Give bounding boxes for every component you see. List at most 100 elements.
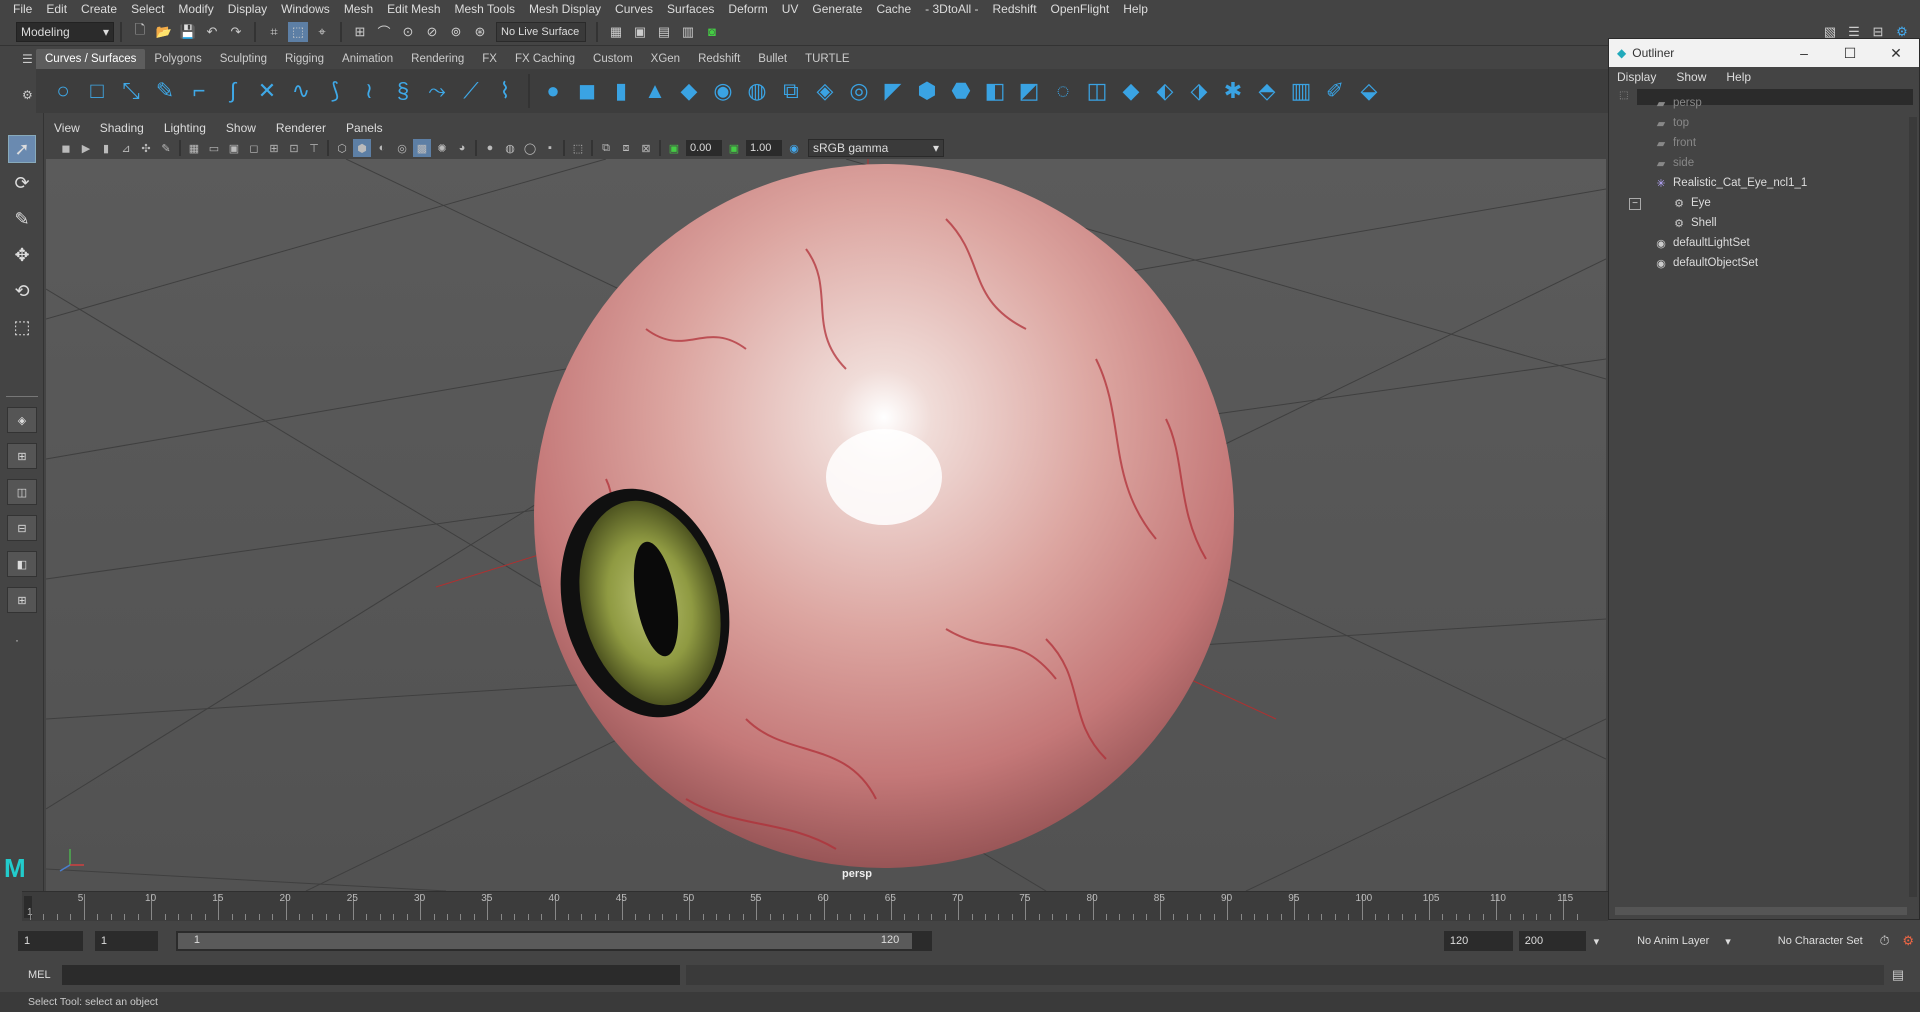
menu-uv[interactable]: UV: [775, 0, 806, 18]
menu-mesh-display[interactable]: Mesh Display: [522, 0, 608, 18]
panel-menu-lighting[interactable]: Lighting: [154, 121, 216, 135]
outliner-item[interactable]: ▰ side: [1653, 153, 1694, 173]
nurbs-circle-icon[interactable]: ○: [50, 78, 76, 104]
nurbs-plane-icon[interactable]: ◆: [676, 78, 702, 104]
exposure-field[interactable]: 0.00: [686, 140, 722, 156]
panel-menu-panels[interactable]: Panels: [336, 121, 393, 135]
render-view-icon[interactable]: ▥: [678, 22, 698, 42]
wireframe-on-shaded-icon[interactable]: ◎: [393, 139, 411, 157]
textured-icon[interactable]: ▩: [413, 139, 431, 157]
nurbs-cone-icon[interactable]: ▲: [642, 78, 668, 104]
curve-offset-icon[interactable]: §: [390, 78, 416, 104]
render-frame-icon[interactable]: ▣: [630, 22, 650, 42]
ipr-render-icon[interactable]: ▤: [654, 22, 674, 42]
menu-set-dropdown[interactable]: Modeling ▾: [16, 21, 114, 42]
playback-end-field[interactable]: 120: [1443, 931, 1513, 951]
curve-fillet-icon[interactable]: ⤳: [424, 78, 450, 104]
time-slider[interactable]: 1 5 10 15 20 25 30 35 40 45 50 55 60 65 70 75 80 85 90 95 10…: [22, 891, 1608, 921]
screen-space-ao-icon[interactable]: ●: [481, 139, 499, 157]
menu-edit[interactable]: Edit: [39, 0, 74, 18]
start-time-field[interactable]: 1: [18, 931, 83, 951]
sculpt-geometry-icon[interactable]: ✐: [1322, 78, 1348, 104]
shelf-tab-fx-caching[interactable]: FX Caching: [506, 49, 584, 69]
shelf-tab-polygons[interactable]: Polygons: [145, 49, 210, 69]
grid-icon[interactable]: ▦: [185, 139, 203, 157]
untrim-icon[interactable]: ⬖: [1152, 78, 1178, 104]
2d-pan-zoom-icon[interactable]: ✣: [137, 139, 155, 157]
shelf-tab-custom[interactable]: Custom: [584, 49, 642, 69]
color-management-icon[interactable]: ◉: [785, 139, 803, 157]
camera-attributes-icon[interactable]: ▶: [77, 139, 95, 157]
cmd-language-label[interactable]: MEL: [28, 969, 58, 981]
curve-extend-icon[interactable]: ⟋: [458, 78, 484, 104]
planar-icon[interactable]: ◈: [812, 78, 838, 104]
menu-cache[interactable]: Cache: [869, 0, 918, 18]
menu-curves[interactable]: Curves: [608, 0, 660, 18]
maximize-icon[interactable]: ☐: [1827, 45, 1873, 62]
graph-editor-layout-icon[interactable]: ⊞: [7, 587, 37, 613]
new-scene-icon[interactable]: 🗋: [130, 22, 150, 42]
hypershade-icon[interactable]: ◙: [702, 22, 722, 42]
rebuild-surface-icon[interactable]: ⬙: [1356, 78, 1382, 104]
outliner-menu-show[interactable]: Show: [1676, 70, 1716, 84]
script-editor-icon[interactable]: ▤: [1888, 965, 1908, 985]
anim-layer-dropdown[interactable]: ▾ No Anim Layer: [1594, 935, 1722, 948]
bevel-plus-icon[interactable]: ◩: [1016, 78, 1042, 104]
menu-openflight[interactable]: OpenFlight: [1044, 0, 1117, 18]
ep-curve-icon[interactable]: ✎: [152, 78, 178, 104]
undo-icon[interactable]: ↶: [202, 22, 222, 42]
film-gate-icon[interactable]: ▭: [205, 139, 223, 157]
snap-point-icon[interactable]: ⊙: [398, 22, 418, 42]
persp-viewport[interactable]: persp: [46, 159, 1606, 891]
rotate-tool-icon[interactable]: ⟲: [8, 277, 36, 305]
live-surface-field[interactable]: No Live Surface: [496, 21, 586, 42]
grease-pencil-icon[interactable]: ✎: [157, 139, 175, 157]
shelf-tab-animation[interactable]: Animation: [333, 49, 402, 69]
image-plane-icon[interactable]: ⊿: [117, 139, 135, 157]
gamma-field[interactable]: 1.00: [746, 140, 782, 156]
snap-view-icon[interactable]: ⊘: [422, 22, 442, 42]
shelf-tab-bullet[interactable]: Bullet: [749, 49, 796, 69]
outliner-hscrollbar[interactable]: [1615, 907, 1907, 915]
range-slider-handle[interactable]: [177, 933, 912, 949]
shelf-tab-rendering[interactable]: Rendering: [402, 49, 473, 69]
motion-blur-icon[interactable]: ◍: [501, 139, 519, 157]
cmd-input[interactable]: [62, 965, 680, 985]
shelf-tab-curves-surfaces[interactable]: Curves / Surfaces: [36, 49, 146, 69]
shelf-settings-icon[interactable]: ⚙: [22, 88, 33, 102]
view-transform-dropdown[interactable]: sRGB gamma ▾: [808, 139, 944, 157]
use-all-lights-icon[interactable]: ✺: [433, 139, 451, 157]
two-pane-stacked-layout-icon[interactable]: ⊟: [7, 515, 37, 541]
menu-file[interactable]: File: [6, 0, 39, 18]
xray-icon[interactable]: ⧉: [597, 139, 615, 157]
xray-joints-icon[interactable]: ⧈: [617, 139, 635, 157]
outliner-item[interactable]: ✳ Realistic_Cat_Eye_ncl1_1: [1653, 173, 1807, 193]
two-pane-side-layout-icon[interactable]: ◫: [7, 479, 37, 505]
gate-mask-icon[interactable]: ◻: [245, 139, 263, 157]
four-pane-layout-icon[interactable]: ⊞: [7, 443, 37, 469]
cv-curve-icon[interactable]: ⤡: [118, 78, 144, 104]
bevel-icon[interactable]: ◧: [982, 78, 1008, 104]
outliner-item[interactable]: ◉ defaultLightSet: [1653, 233, 1750, 253]
shelf-tab-sculpting[interactable]: Sculpting: [211, 49, 276, 69]
bookmark-icon[interactable]: ▮: [97, 139, 115, 157]
select-component-icon[interactable]: ⌖: [312, 22, 332, 42]
shelf-menu-icon[interactable]: ☰: [22, 52, 33, 66]
render-settings-icon[interactable]: ▦: [606, 22, 626, 42]
shelf-tab-rigging[interactable]: Rigging: [276, 49, 333, 69]
exposure-icon[interactable]: ▣: [665, 139, 683, 157]
birail-icon[interactable]: ◤: [880, 78, 906, 104]
menu-surfaces[interactable]: Surfaces: [660, 0, 721, 18]
intersect-surface-icon[interactable]: ◫: [1084, 78, 1110, 104]
menu-display[interactable]: Display: [221, 0, 274, 18]
camera-select-icon[interactable]: ◼: [57, 139, 75, 157]
panel-menu-show[interactable]: Show: [216, 121, 266, 135]
shadows-icon[interactable]: ◕: [453, 139, 471, 157]
snap-curve-icon[interactable]: ⌒: [374, 22, 394, 42]
outliner-menu-help[interactable]: Help: [1726, 70, 1761, 84]
range-slider[interactable]: 1 120: [175, 931, 932, 951]
nurbs-cylinder-icon[interactable]: ▮: [608, 78, 634, 104]
curve-project-icon[interactable]: ⌇: [492, 78, 518, 104]
shelf-tab-turtle[interactable]: TURTLE: [796, 49, 859, 69]
select-hierarchy-icon[interactable]: ⌗: [264, 22, 284, 42]
